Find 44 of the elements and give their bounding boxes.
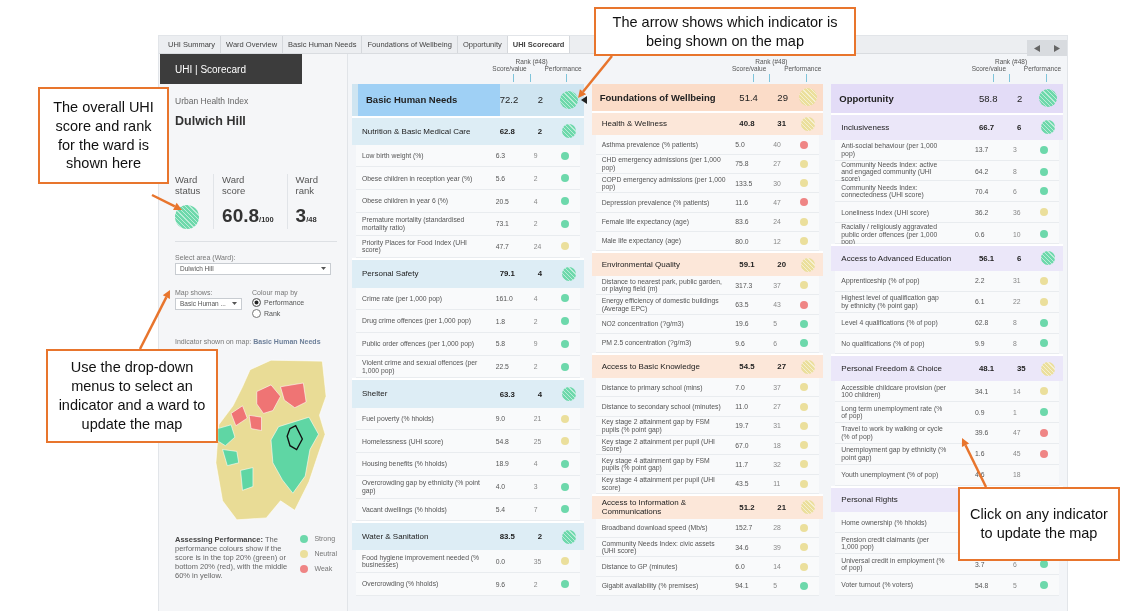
component-name: Personal Freedom & Choice	[840, 364, 943, 374]
component-name: Shelter	[361, 389, 389, 399]
triangle-left-icon	[1034, 44, 1040, 52]
caret-icon	[321, 267, 326, 271]
pillar-name: Basic Human Needs	[358, 84, 500, 116]
rank-value: 29	[776, 91, 789, 103]
annotation-tooltip: Click on any indicator to update the map	[958, 487, 1120, 561]
component-name: Water & Sanitation	[361, 532, 430, 542]
component-name: Nutrition & Basic Medical Care	[361, 126, 472, 136]
annotation-tooltip: The overall UHI score and rank for the ward is shown here	[38, 87, 169, 184]
stat-label: Ward rank	[295, 174, 319, 197]
component-name: Environmental Quality	[600, 260, 681, 270]
pillar-row[interactable]: Basic Human Needs 72.2 2	[352, 84, 584, 116]
component-name: Access to Advanced Education	[840, 253, 953, 264]
pillar-row[interactable]: Foundations of Wellbeing 51.4 29	[591, 84, 824, 111]
component-name: Access to Basic Knowledge	[600, 362, 701, 372]
pillar-name: Opportunity	[838, 91, 895, 106]
score-value: 58.8	[979, 92, 999, 104]
ward-name: Dulwich Hill	[175, 114, 247, 128]
component-name: Inclusiveness	[840, 122, 891, 132]
callout-arrow	[151, 193, 182, 210]
component-name: Health & Wellness	[600, 119, 668, 129]
index-label: Urban Health Index	[175, 96, 250, 106]
component-name: Personal Rights	[840, 495, 899, 505]
stat-label: Ward status	[175, 174, 202, 197]
dashboard-title: UHI | Scorecard	[160, 54, 302, 84]
annotation-tooltip: The arrow shows which indicator is being shown on the map	[594, 7, 856, 56]
pillar-name: Foundations of Wellbeing	[598, 90, 717, 105]
annotation-tooltip: Use the drop-down menus to select an indicator and a ward to update the map	[46, 349, 218, 443]
score-value: 72.2	[499, 94, 520, 106]
component-name: Personal Safety	[361, 269, 420, 279]
callout-arrow	[961, 438, 988, 488]
radio-indicator[interactable]	[252, 297, 261, 307]
stat-label: Ward score	[222, 174, 247, 197]
triangle-right-icon	[1054, 44, 1060, 52]
component-name: Access to Information & Communications	[600, 498, 688, 517]
callout-arrow	[138, 290, 170, 350]
pointer-icon	[580, 95, 587, 104]
rank-value: 2	[536, 94, 544, 106]
pillar-row[interactable]: Opportunity 58.8 2	[831, 84, 1063, 113]
caret-icon	[232, 302, 237, 306]
score-value: 51.4	[739, 91, 759, 103]
radio-indicator[interactable]	[252, 308, 261, 318]
rank-value: 2	[1016, 92, 1024, 104]
